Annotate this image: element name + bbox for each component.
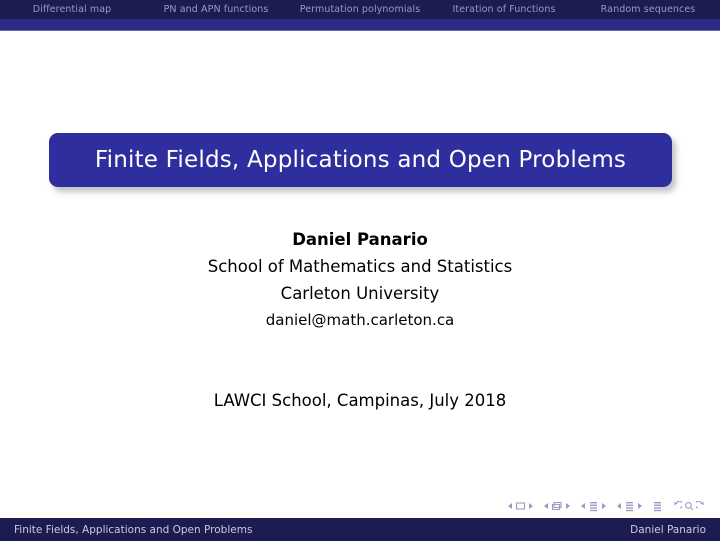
back-navigation-icon[interactable] — [672, 501, 682, 511]
nav-item-differential-map[interactable]: Differential map — [0, 0, 144, 19]
author-email: daniel@math.carleton.ca — [265, 311, 455, 329]
previous-section-icon[interactable] — [616, 502, 622, 510]
document-navigation-group — [672, 501, 706, 511]
frame-navigation-group — [543, 501, 571, 511]
previous-slide-icon[interactable] — [507, 502, 513, 510]
beamer-slide: Differential map PN and APN functions Pe… — [0, 0, 720, 541]
nav-item-pn-and-apn-functions[interactable]: PN and APN functions — [144, 0, 288, 19]
previous-frame-icon[interactable] — [543, 502, 549, 510]
next-section-icon[interactable] — [637, 502, 643, 510]
section-navigation-icon[interactable] — [624, 501, 635, 512]
navigation-bar-divider — [0, 30, 720, 31]
forward-navigation-icon[interactable] — [696, 501, 706, 511]
subsection-navigation-group — [580, 501, 607, 512]
subsection-navigation-icon[interactable] — [588, 501, 599, 512]
slide-navigation-group — [507, 501, 534, 511]
presentation-navigation-group — [652, 501, 663, 512]
event-date: LAWCI School, Campinas, July 2018 — [213, 391, 507, 410]
next-subsection-icon[interactable] — [601, 502, 607, 510]
author-name: Daniel Panario — [292, 230, 428, 249]
title-banner: Finite Fields, Applications and Open Pro… — [49, 133, 676, 192]
next-slide-icon[interactable] — [528, 502, 534, 510]
author-block: Daniel Panario School of Mathematics and… — [0, 227, 720, 334]
next-frame-icon[interactable] — [565, 502, 571, 510]
page-title: Finite Fields, Applications and Open Pro… — [94, 147, 627, 173]
section-navigation-group — [616, 501, 643, 512]
author-department: School of Mathematics and Statistics — [207, 257, 513, 276]
frame-navigation-icon[interactable] — [551, 501, 563, 511]
previous-subsection-icon[interactable] — [580, 502, 586, 510]
presentation-navigation-icon[interactable] — [652, 501, 663, 512]
title-banner-body: Finite Fields, Applications and Open Pro… — [49, 133, 672, 187]
nav-item-iteration-of-functions[interactable]: Iteration of Functions — [432, 0, 576, 19]
slide-navigation-icon[interactable] — [515, 501, 526, 511]
footer-bar: Finite Fields, Applications and Open Pro… — [0, 518, 720, 541]
author-institution: Carleton University — [280, 284, 440, 303]
search-navigation-icon[interactable] — [684, 501, 694, 511]
nav-item-permutation-polynomials[interactable]: Permutation polynomials — [288, 0, 432, 19]
footer-author: Daniel Panario — [630, 523, 706, 536]
section-navigation-bar: Differential map PN and APN functions Pe… — [0, 0, 720, 19]
nav-item-random-sequences[interactable]: Random sequences — [576, 0, 720, 19]
beamer-navigation-symbols — [507, 497, 706, 515]
footer-title: Finite Fields, Applications and Open Pro… — [14, 523, 253, 536]
